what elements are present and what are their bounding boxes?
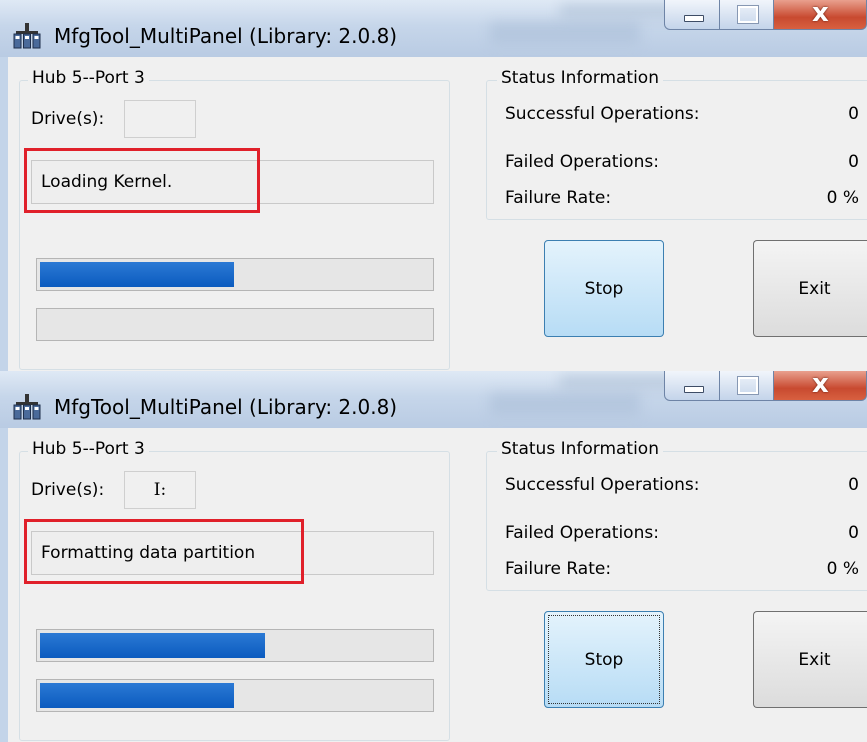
window-body: Hub 5--Port 3 Drive(s): Loading Kernel. … <box>0 57 867 371</box>
progress-bar-overall <box>36 258 434 291</box>
drive-value: I: <box>124 471 196 509</box>
stop-button-label: Stop <box>584 649 624 670</box>
failure-rate-label: Failure Rate: <box>505 188 612 208</box>
exit-button-label: Exit <box>798 649 831 670</box>
failed-operations-value: 0 <box>848 523 859 543</box>
drive-label: Drive(s): <box>31 109 105 129</box>
maximize-button[interactable] <box>720 371 774 401</box>
failed-operations-label: Failed Operations: <box>505 523 659 543</box>
progress-fill <box>40 633 265 658</box>
progress-bar-overall <box>36 629 434 662</box>
successful-operations-value: 0 <box>848 104 859 124</box>
stop-button[interactable]: Stop <box>544 240 664 337</box>
close-icon: x <box>812 371 829 399</box>
window-body: Hub 5--Port 3 Drive(s): I: Formatting da… <box>0 428 867 742</box>
maximize-icon <box>737 5 759 24</box>
mfgtool-window-1: MfgTool_MultiPanel (Library: 2.0.8) x Hu… <box>0 0 867 371</box>
successful-operations-value: 0 <box>848 475 859 495</box>
stop-button[interactable]: Stop <box>544 611 664 708</box>
usb-hub-icon <box>13 23 41 49</box>
close-button[interactable]: x <box>774 371 867 401</box>
status-information-label: Status Information <box>497 68 663 88</box>
successful-operations-label: Successful Operations: <box>505 104 700 124</box>
highlight-box <box>24 148 260 213</box>
exit-button[interactable]: Exit <box>753 611 867 708</box>
minimize-icon <box>684 386 704 393</box>
maximize-icon <box>737 376 759 395</box>
title-bar[interactable]: MfgTool_MultiPanel (Library: 2.0.8) x <box>0 371 867 428</box>
minimize-icon <box>684 15 704 22</box>
window-title: MfgTool_MultiPanel (Library: 2.0.8) <box>54 24 398 48</box>
failure-rate-value: 0 % <box>826 188 859 208</box>
exit-button[interactable]: Exit <box>753 240 867 337</box>
progress-fill <box>40 262 234 287</box>
progress-fill <box>40 683 234 708</box>
status-information-label: Status Information <box>497 439 663 459</box>
successful-operations-label: Successful Operations: <box>505 475 700 495</box>
hub-port-label: Hub 5--Port 3 <box>28 439 149 459</box>
failed-operations-label: Failed Operations: <box>505 152 659 172</box>
failed-operations-value: 0 <box>848 152 859 172</box>
progress-bar-step <box>36 308 434 341</box>
stop-button-label: Stop <box>584 278 624 299</box>
failure-rate-value: 0 % <box>826 559 859 579</box>
background-blur <box>490 22 640 44</box>
exit-button-label: Exit <box>798 278 831 299</box>
drive-label: Drive(s): <box>31 480 105 500</box>
title-bar[interactable]: MfgTool_MultiPanel (Library: 2.0.8) x <box>0 0 867 57</box>
window-title: MfgTool_MultiPanel (Library: 2.0.8) <box>54 395 398 419</box>
mfgtool-window-2: MfgTool_MultiPanel (Library: 2.0.8) x Hu… <box>0 371 867 742</box>
usb-hub-icon <box>13 394 41 420</box>
drive-value <box>124 100 196 138</box>
highlight-box <box>24 519 304 584</box>
failure-rate-label: Failure Rate: <box>505 559 612 579</box>
hub-port-label: Hub 5--Port 3 <box>28 68 149 88</box>
close-button[interactable]: x <box>774 0 867 30</box>
minimize-button[interactable] <box>664 0 720 30</box>
background-blur <box>490 393 640 415</box>
minimize-button[interactable] <box>664 371 720 401</box>
progress-bar-step <box>36 679 434 712</box>
close-icon: x <box>812 0 829 28</box>
maximize-button[interactable] <box>720 0 774 30</box>
